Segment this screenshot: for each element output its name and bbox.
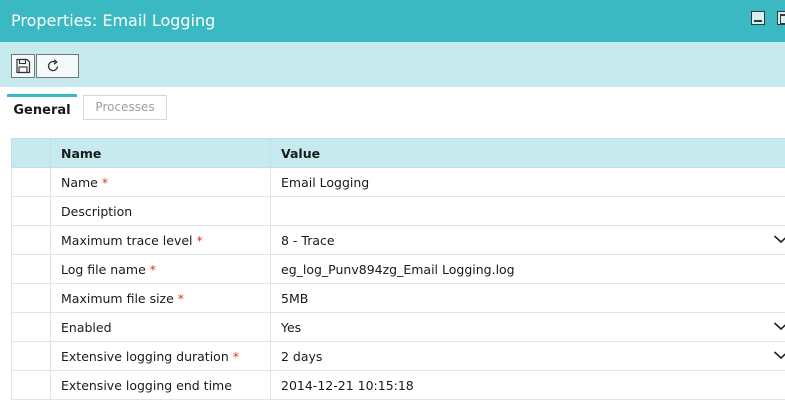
property-row[interactable]: Name * Email Logging <box>11 167 785 197</box>
column-header-value[interactable]: Value <box>270 138 785 168</box>
property-name: Log file name * <box>50 254 271 284</box>
property-value-field[interactable] <box>270 196 785 226</box>
save-button[interactable] <box>11 54 35 78</box>
property-name: Name * <box>50 167 271 197</box>
row-selector-header <box>11 138 51 168</box>
property-row[interactable]: Description <box>11 196 785 226</box>
required-marker: * <box>192 232 203 248</box>
property-value: 8 - Trace <box>281 232 335 248</box>
column-header-name[interactable]: Name <box>50 138 271 168</box>
property-name-label: Maximum trace level <box>61 232 193 248</box>
property-row[interactable]: Maximum file size * 5MB <box>11 283 785 313</box>
row-selector[interactable] <box>11 225 51 255</box>
property-value-field[interactable]: 5MB <box>270 283 785 313</box>
row-selector[interactable] <box>11 283 51 313</box>
required-marker: * <box>97 174 109 190</box>
save-icon <box>16 58 31 74</box>
row-selector[interactable] <box>11 167 51 197</box>
property-name: Maximum trace level * <box>50 225 271 255</box>
property-name-label: Enabled <box>61 319 112 335</box>
property-value-select[interactable]: 8 - Trace <box>270 225 785 255</box>
property-name: Extensive logging duration * <box>50 341 271 371</box>
row-selector[interactable] <box>11 312 51 342</box>
chevron-down-icon[interactable] <box>773 350 785 360</box>
property-name: Maximum file size * <box>50 283 271 313</box>
property-value: 2 days <box>281 348 323 364</box>
property-name-label: Log file name <box>61 261 146 277</box>
property-row[interactable]: Maximum trace level * 8 - Trace <box>11 225 785 255</box>
refresh-icon <box>47 59 59 72</box>
chevron-down-icon[interactable] <box>773 234 785 244</box>
property-name-label: Maximum file size <box>61 290 174 306</box>
toolbar <box>0 42 785 87</box>
tab-bar: General Processes <box>0 87 785 125</box>
property-value: eg_log_Punv894zg_Email Logging.log <box>281 261 515 277</box>
property-name-label: Extensive logging end time <box>61 377 232 393</box>
required-marker: * <box>228 348 239 364</box>
grid-header-row: Name Value <box>11 138 785 168</box>
property-value-select[interactable]: 2 days <box>270 341 785 371</box>
tab-processes[interactable]: Processes <box>83 95 167 120</box>
property-name: Description <box>50 196 271 226</box>
row-selector[interactable] <box>11 254 51 284</box>
property-value-field[interactable]: eg_log_Punv894zg_Email Logging.log <box>270 254 785 284</box>
tab-general[interactable]: General <box>7 94 77 125</box>
row-selector[interactable] <box>11 196 51 226</box>
property-value-select[interactable]: Yes <box>270 312 785 342</box>
property-value-field[interactable]: Email Logging <box>270 167 785 197</box>
property-value: 5MB <box>281 290 309 306</box>
property-value-field[interactable]: 2014-12-21 10:15:18 <box>270 370 785 400</box>
property-row[interactable]: Enabled Yes <box>11 312 785 342</box>
property-value: 2014-12-21 10:15:18 <box>281 377 414 393</box>
property-name: Extensive logging end time <box>50 370 271 400</box>
property-value: Email Logging <box>281 174 370 190</box>
property-row[interactable]: Extensive logging end time 2014-12-21 10:… <box>11 370 785 400</box>
property-name-label: Description <box>61 203 133 219</box>
chevron-down-icon[interactable] <box>773 321 785 331</box>
window-title: Properties: Email Logging <box>11 11 216 30</box>
properties-grid: Name Value Name * Email Logging Descriptio… <box>11 138 785 400</box>
property-name-label: Extensive logging duration <box>61 348 229 364</box>
row-selector[interactable] <box>11 370 51 400</box>
property-name-label: Name <box>61 174 98 190</box>
row-selector[interactable] <box>11 341 51 371</box>
minimize-icon[interactable] <box>751 11 765 25</box>
property-name: Enabled <box>50 312 271 342</box>
required-marker: * <box>145 261 156 277</box>
property-row[interactable]: Log file name * eg_log_Punv894zg_Email Lo… <box>11 254 785 284</box>
property-row[interactable]: Extensive logging duration * 2 days <box>11 341 785 371</box>
required-marker: * <box>173 290 185 306</box>
title-bar: Properties: Email Logging <box>0 0 785 42</box>
refresh-button[interactable] <box>36 54 79 78</box>
property-value: Yes <box>281 319 302 335</box>
maximize-icon[interactable] <box>777 11 785 25</box>
